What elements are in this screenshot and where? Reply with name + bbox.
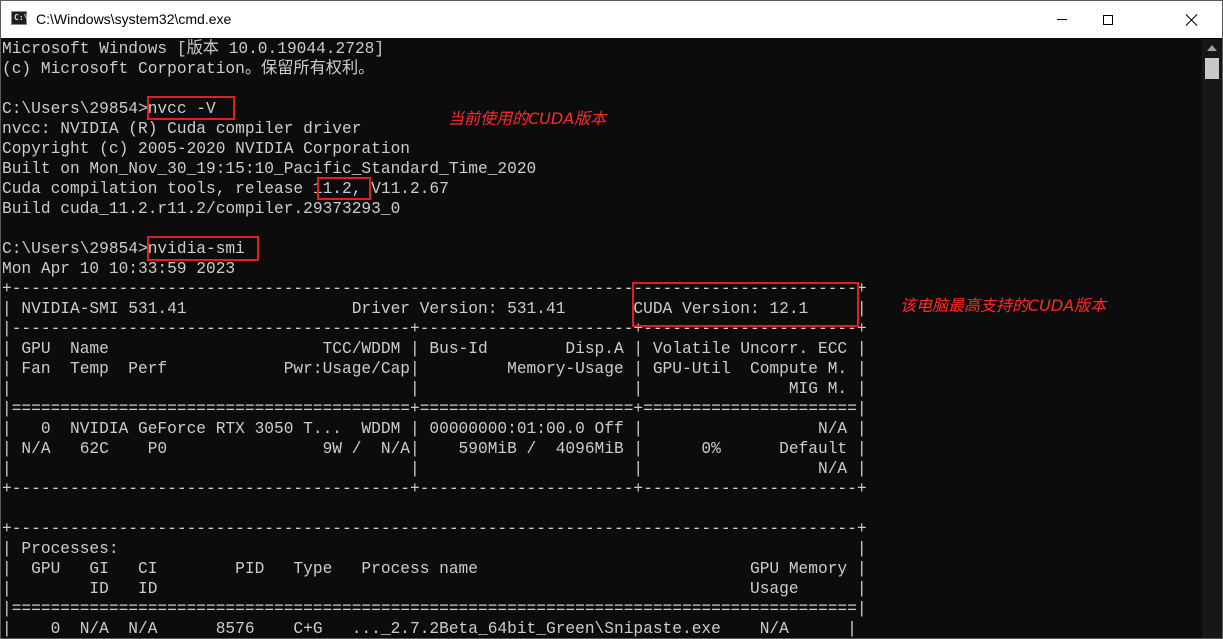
- console-line: +---------------------------------------…: [2, 480, 867, 498]
- console-line: | | | MIG M. |: [2, 380, 867, 398]
- scrollbar-thumb[interactable]: [1205, 58, 1219, 79]
- highlight-cuda-version: [632, 282, 859, 327]
- cmd-app-icon-label: C:\: [14, 13, 29, 22]
- console-line: | GPU Name TCC/WDDM | Bus-Id Disp.A | Vo…: [2, 340, 867, 358]
- minimize-icon: [1057, 19, 1067, 20]
- console-line: Mon Apr 10 10:33:59 2023: [2, 260, 236, 278]
- console-line: Microsoft Windows [版本 10.0.19044.2728]: [2, 40, 385, 58]
- console-line: | Processes: |: [2, 540, 867, 558]
- console-line: nvcc: NVIDIA (R) Cuda compiler driver: [2, 120, 362, 138]
- close-button[interactable]: [1162, 1, 1222, 38]
- cmd-window: C:\ C:\Windows\system32\cmd.exe Microsof…: [0, 0, 1223, 639]
- vertical-scrollbar[interactable]: [1202, 39, 1222, 638]
- maximize-button[interactable]: [1085, 1, 1131, 38]
- maximize-icon: [1103, 14, 1113, 25]
- console-line: (c) Microsoft Corporation。保留所有权利。: [2, 60, 375, 78]
- console-line: | 0 NVIDIA GeForce RTX 3050 T... WDDM | …: [2, 420, 867, 438]
- highlight-nvcc-command: [147, 96, 235, 120]
- console-line: Cuda compilation tools, release 11.2, V1…: [2, 180, 449, 198]
- highlight-release-version: [317, 177, 371, 200]
- annotation-max-supported-cuda: 该电脑最高支持的CUDA版本: [900, 296, 1107, 315]
- window-title: C:\Windows\system32\cmd.exe: [36, 11, 232, 27]
- console-line: Built on Mon_Nov_30_19:15:10_Pacific_Sta…: [2, 160, 537, 178]
- console-line: +---------------------------------------…: [2, 520, 867, 538]
- console-line: Build cuda_11.2.r11.2/compiler.29373293_…: [2, 200, 401, 218]
- scroll-up-arrow-icon[interactable]: [1202, 39, 1222, 56]
- close-icon: [1185, 13, 1199, 27]
- title-bar[interactable]: C:\ C:\Windows\system32\cmd.exe: [1, 1, 1222, 38]
- console-line: |=======================================…: [2, 400, 867, 418]
- highlight-nvidia-smi-command: [147, 236, 259, 261]
- cmd-app-icon: C:\: [11, 11, 29, 25]
- console-line: | Fan Temp Perf Pwr:Usage/Cap| Memory-Us…: [2, 360, 867, 378]
- console-line: | ID ID Usage |: [2, 580, 867, 598]
- console-line: | 0 N/A N/A 8576 C+G ..._2.7.2Beta_64bit…: [2, 620, 857, 638]
- console-line: | N/A 62C P0 9W / N/A| 590MiB / 4096MiB …: [2, 440, 867, 458]
- console-line: |=======================================…: [2, 600, 867, 618]
- console-line: Copyright (c) 2005-2020 NVIDIA Corporati…: [2, 140, 410, 158]
- console-line: | GPU GI CI PID Type Process name GPU Me…: [2, 560, 867, 578]
- minimize-button[interactable]: [1039, 1, 1085, 38]
- console-line: | | | N/A |: [2, 460, 867, 478]
- annotation-current-cuda: 当前使用的CUDA版本: [448, 109, 607, 128]
- console-output[interactable]: Microsoft Windows [版本 10.0.19044.2728] (…: [1, 39, 1201, 638]
